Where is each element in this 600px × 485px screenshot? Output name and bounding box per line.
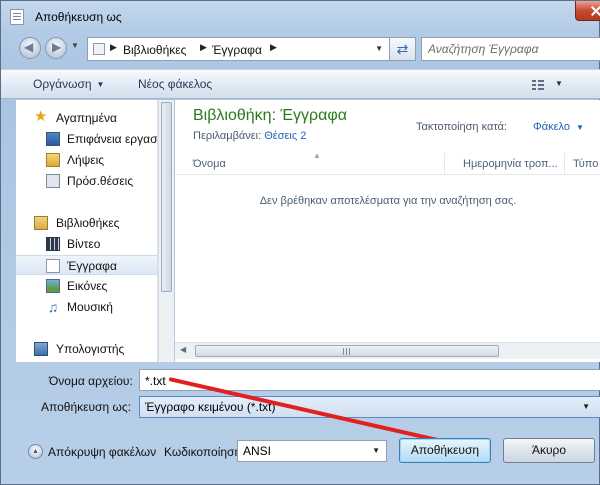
collapse-arrow-icon: ▲ [28,444,43,459]
view-options-icon[interactable] [532,79,544,91]
arrange-by-dropdown[interactable]: Φάκελο ▼ [533,121,584,133]
recent-places-icon [46,174,60,188]
close-button[interactable] [575,1,600,21]
view-dropdown-icon[interactable]: ▼ [555,79,563,88]
grip-icon [343,348,351,355]
nav-item-documents[interactable]: Έγγραφα [16,255,157,275]
scroll-left-icon[interactable]: ◀ [180,345,186,354]
sort-arrow-icon: ▲ [313,151,321,160]
nav-item-label: Βίντεο [67,237,101,251]
arrange-by-label: Τακτοποίηση κατά: [416,121,507,133]
back-button[interactable] [19,37,41,59]
hide-folders-button[interactable]: ▲ Απόκρυψη φακέλων [28,442,168,460]
forward-button[interactable] [45,37,67,59]
navigation-scrollbar[interactable] [158,100,174,362]
horizontal-scrollbar[interactable]: ◀ [175,342,600,359]
scrollbar-thumb[interactable] [161,102,172,292]
recent-pages-dropdown-icon[interactable]: ▼ [71,41,79,50]
breadcrumb-documents[interactable]: Έγγραφα [212,43,262,57]
notepad-icon [10,9,24,25]
breadcrumb-libraries[interactable]: Βιβλιοθήκες [123,43,186,57]
nav-item-favorites[interactable]: ★ Αγαπημένα [16,108,157,128]
nav-item-label: Βιβλιοθήκες [56,216,120,230]
nav-item-label: Υπολογιστής [56,342,125,356]
encoding-label: Κωδικοποίηση: [164,445,245,459]
includes-label: Περιλαμβάνει: [193,130,262,142]
hide-folders-label: Απόκρυψη φακέλων [48,445,157,459]
chevron-down-icon: ▼ [96,80,105,89]
nav-item-label: Λήψεις [67,153,105,167]
save-type-label: Αποθήκευση ως: [41,400,131,414]
new-folder-button[interactable]: Νέος φάκελος [138,77,212,91]
downloads-icon [46,153,60,167]
column-label: Τύπο [573,158,599,170]
libraries-icon [34,216,48,230]
locations-link[interactable]: Θέσεις 2 [264,130,306,142]
library-title: Βιβλιοθήκη: Έγγραφα [193,107,347,124]
pictures-icon [46,279,60,293]
column-date-modified[interactable]: Ημερομηνία τροπ... [445,153,565,175]
search-input[interactable] [428,41,598,57]
title-bar[interactable]: Αποθήκευση ως [1,1,600,31]
chevron-down-icon: ▼ [582,402,590,411]
nav-item-label: Επιφάνεια εργασ [67,132,158,146]
nav-item-label: Αγαπημένα [56,111,117,125]
column-header: Όνομα ▲ Ημερομηνία τροπ... Τύπο [175,151,600,175]
music-icon: ♫ [47,299,59,315]
nav-item-label: Εικόνες [67,279,108,293]
documents-icon [46,259,60,273]
nav-item-desktop[interactable]: Επιφάνεια εργασ [16,129,158,149]
filename-label: Όνομα αρχείου: [49,374,133,388]
nav-item-computer[interactable]: Υπολογιστής [16,339,157,359]
nav-item-label: Πρόσ.θέσεις [67,174,134,188]
arrange-by-value: Φάκελο [533,121,570,133]
folder-icon [93,43,105,55]
save-type-value: Έγγραφο κειμένου (*.txt) [145,400,276,414]
column-type[interactable]: Τύπο [565,153,600,175]
column-label: Ημερομηνία τροπ... [463,158,558,170]
computer-icon [34,342,48,356]
breadcrumb-separator-icon[interactable]: ▶ [110,42,117,53]
address-bar[interactable]: ▶ Βιβλιοθήκες ▶ Έγγραφα ▶ ▼ [87,37,390,61]
file-list-pane: Βιβλιοθήκη: Έγγραφα Περιλαμβάνει: Θέσεις… [175,100,600,362]
organize-menu[interactable]: Οργάνωση ▼ [33,77,104,91]
empty-results-message: Δεν βρέθηκαν αποτελέσματα για την αναζήτ… [259,195,517,207]
nav-item-label: Έγγραφα [67,259,117,273]
chevron-down-icon: ▼ [576,123,584,132]
refresh-button[interactable]: ⇄ [390,37,416,61]
desktop-icon [46,132,60,146]
window-title: Αποθήκευση ως [35,10,122,24]
star-icon: ★ [34,108,48,125]
nav-item-libraries[interactable]: Βιβλιοθήκες [16,213,157,233]
cancel-button[interactable]: Άκυρο [503,438,595,463]
nav-item-video[interactable]: Βίντεο [16,234,157,254]
nav-item-recent-places[interactable]: Πρόσ.θέσεις [16,171,157,191]
save-as-dialog: Αποθήκευση ως ▼ ▶ Βιβλιοθήκες ▶ Έγγραφα … [0,0,600,485]
video-icon [46,237,60,251]
navigation-pane: ★ Αγαπημένα Επιφάνεια εργασ Λήψεις Πρόσ.… [16,100,158,362]
address-dropdown-icon[interactable]: ▼ [375,44,383,53]
scrollbar-thumb[interactable] [195,345,499,357]
breadcrumb-separator-icon[interactable]: ▶ [200,42,207,53]
nav-item-downloads[interactable]: Λήψεις [16,150,157,170]
nav-item-pictures[interactable]: Εικόνες [16,276,157,296]
library-includes: Περιλαμβάνει: Θέσεις 2 [193,130,306,142]
save-button[interactable]: Αποθήκευση [399,438,491,463]
encoding-value: ANSI [243,444,272,458]
save-type-select[interactable]: Έγγραφο κειμένου (*.txt) ▼ [139,396,600,418]
refresh-icon: ⇄ [396,41,409,57]
search-box[interactable] [421,37,600,61]
command-toolbar: Οργάνωση ▼ Νέος φάκελος ▼ [1,69,600,99]
organize-label: Οργάνωση [33,77,92,91]
nav-item-label: Μουσική [67,300,113,314]
column-name[interactable]: Όνομα [175,153,445,175]
encoding-select[interactable]: ANSI ▼ [237,440,387,462]
breadcrumb-separator-icon[interactable]: ▶ [270,42,277,53]
chevron-down-icon: ▼ [372,446,380,455]
nav-item-music[interactable]: ♫ Μουσική [16,297,157,317]
column-label: Όνομα [193,158,226,170]
